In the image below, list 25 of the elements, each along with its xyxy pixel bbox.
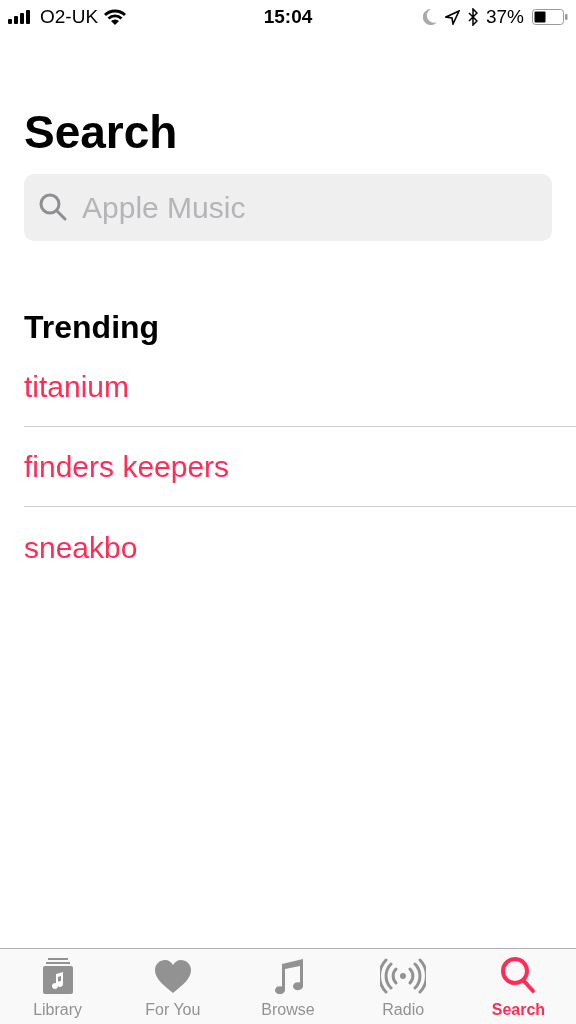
moon-icon <box>423 9 437 25</box>
tab-bar-item[interactable]: Radio <box>345 949 461 1024</box>
library-icon <box>41 958 74 994</box>
carrier-name: O2-UK <box>40 4 99 29</box>
battery-percent: 37% <box>486 4 524 29</box>
heart-icon <box>153 960 192 994</box>
trending-search-link[interactable]: finders keepers <box>24 444 230 489</box>
tab-bar-item[interactable]: Browse <box>230 949 346 1024</box>
search-field[interactable]: Apple Music <box>24 174 552 241</box>
page-title: Search <box>24 105 179 160</box>
broadcast-icon <box>380 958 427 994</box>
location-icon <box>445 9 460 25</box>
trending-search-link[interactable]: titanium <box>24 364 130 409</box>
tab-bar-item[interactable]: Library <box>0 949 116 1024</box>
trending-search-link[interactable]: sneakbo <box>24 524 138 570</box>
section-heading: Trending <box>24 308 161 347</box>
battery-icon <box>532 9 568 25</box>
tab-bar-item[interactable]: For You <box>115 949 231 1024</box>
wifi-icon <box>104 9 127 25</box>
music-note-icon <box>272 956 304 994</box>
search-icon <box>500 956 537 994</box>
bluetooth-icon <box>468 8 478 26</box>
status-time: 15:04 <box>263 4 313 29</box>
tab-bar-item[interactable]: Search <box>460 949 576 1024</box>
search-icon <box>38 192 68 222</box>
